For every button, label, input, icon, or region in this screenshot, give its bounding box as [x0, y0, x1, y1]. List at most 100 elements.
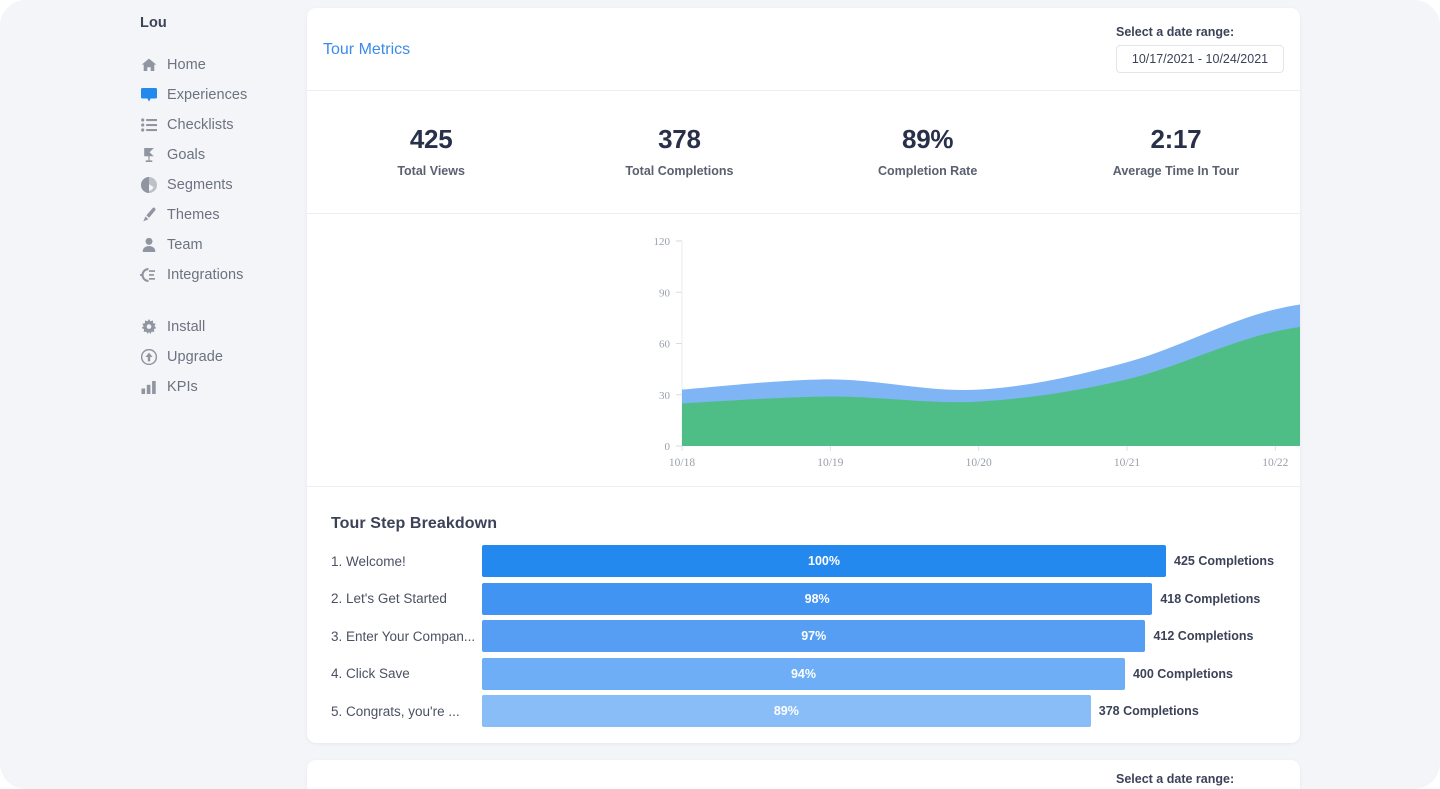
sidebar-item-label: Home — [167, 57, 206, 73]
metric-label: Completion Rate — [877, 164, 978, 179]
y-axis-tick-label: 30 — [659, 390, 671, 402]
step-row: 3. Enter Your Compan... 97% 412 Completion… — [307, 620, 1300, 652]
step-percent-label: 100% — [808, 554, 840, 568]
list-icon — [140, 117, 157, 134]
step-bar[interactable]: 100% — [482, 545, 1166, 577]
step-label: 2. Let's Get Started — [331, 591, 447, 606]
step-completions-label: 400 Completions — [1132, 666, 1233, 681]
sidebar-item-integrations[interactable]: Integrations — [0, 260, 307, 290]
sidebar-item-install[interactable]: Install — [0, 312, 307, 342]
step-completions-label: 425 Completions — [1174, 554, 1275, 568]
step-label: 4. Click Save — [331, 666, 410, 681]
step-bar[interactable]: 89% — [482, 695, 1091, 727]
step-percent-label: 89% — [773, 704, 799, 718]
y-axis-tick-label: 90 — [659, 287, 671, 299]
sidebar-item-team[interactable]: Team — [0, 230, 307, 260]
brush-icon — [140, 207, 157, 224]
step-row: 4. Click Save 94% 400 Completions — [307, 657, 1300, 690]
x-axis-tick-label: 10/18 — [669, 457, 695, 469]
sidebar-item-label: Team — [167, 237, 203, 253]
metrics-row: 425 Total Views 378 Total Completions 89% Com… — [307, 90, 1300, 213]
step-percent-label: 98% — [804, 591, 830, 606]
metric-average-time-in-tour: 2:17 Average Time In Tour — [1052, 125, 1300, 179]
step-label: 5. Congrats, you're ... — [331, 703, 460, 719]
metric-value: 2:17 — [1150, 123, 1202, 154]
sidebar-item-label: Install — [167, 319, 206, 335]
sidebar-item-home[interactable]: Home — [0, 50, 307, 80]
sidebar-item-experiences[interactable]: Experiences — [0, 80, 307, 110]
sidebar-item-label: Integrations — [167, 267, 244, 283]
pie-chart-icon — [140, 177, 157, 194]
person-icon — [140, 237, 157, 254]
sidebar-item-label: Experiences — [167, 87, 248, 103]
sidebar-item-upgrade[interactable]: Upgrade — [0, 342, 307, 372]
gear-icon — [140, 319, 157, 336]
bar-chart-icon — [140, 379, 157, 396]
date-range-label: Select a date range: — [1116, 25, 1235, 39]
date-range-picker-top: Select a date range: — [1116, 25, 1284, 73]
sidebar-item-label: Themes — [167, 207, 220, 223]
flag-icon — [140, 147, 157, 164]
date-range-label-bottom: Select a date range: — [1116, 772, 1235, 786]
x-axis-tick-label: 10/19 — [817, 457, 843, 469]
step-bar[interactable]: 98% — [482, 582, 1153, 615]
tour-metrics-card: Tour Metrics Select a date range: 425 Tot… — [307, 8, 1300, 743]
sidebar-item-label: Segments — [167, 177, 233, 193]
step-label: 1. Welcome! — [331, 553, 406, 569]
y-axis-tick-label: 120 — [654, 236, 671, 248]
tour-step-breakdown: Tour Step Breakdown 1. Welcome! 100% 425 C… — [307, 486, 1300, 743]
step-completions-label: 378 Completions — [1098, 704, 1199, 718]
metric-total-views: 425 Total Views — [307, 125, 555, 179]
sidebar-group-secondary: Install Upgrade KPIs — [0, 312, 307, 402]
step-row: 2. Let's Get Started 98% 418 Completions — [307, 582, 1300, 615]
metric-total-completions: 378 Total Completions — [555, 125, 803, 179]
tooltip-icon — [140, 87, 157, 104]
step-completions-label: 418 Completions — [1160, 591, 1261, 606]
sidebar-item-checklists[interactable]: Checklists — [0, 110, 307, 140]
step-bar-zone: 89% 378 Completions — [482, 695, 1300, 727]
step-bar[interactable]: 97% — [482, 620, 1146, 652]
step-row: 1. Welcome! 100% 425 Completions — [307, 545, 1300, 577]
brand-title: Lou — [140, 15, 167, 31]
y-axis-tick-label: 0 — [665, 441, 671, 453]
y-axis-tick-label: 60 — [659, 339, 671, 351]
metric-completion-rate: 89% Completion Rate — [804, 125, 1052, 179]
sidebar-item-goals[interactable]: Goals — [0, 140, 307, 170]
next-metrics-card: Select a date range: — [307, 760, 1300, 789]
step-percent-label: 94% — [790, 666, 816, 681]
area-series-completions — [682, 326, 1300, 446]
metric-value: 89% — [902, 123, 954, 154]
sidebar: Lou Home Experiences Checklists Goals Segmen… — [0, 0, 307, 789]
sidebar-item-kpis[interactable]: KPIs — [0, 372, 307, 402]
sidebar-item-segments[interactable]: Segments — [0, 170, 307, 200]
sidebar-item-label: Upgrade — [167, 349, 223, 365]
x-axis-tick-label: 10/21 — [1114, 457, 1140, 469]
step-bar[interactable]: 94% — [482, 657, 1125, 690]
step-completions-label: 412 Completions — [1153, 629, 1254, 643]
metric-label: Average Time In Tour — [1112, 164, 1239, 179]
metric-value: 425 — [409, 123, 453, 154]
step-row: 5. Congrats, you're ... 89% 378 Completion… — [307, 695, 1300, 727]
step-bar-zone: 94% 400 Completions — [482, 657, 1300, 690]
sidebar-item-label: Goals — [167, 147, 206, 163]
arrow-up-circle-icon — [140, 349, 157, 366]
area-chart-svg: 030609012010/1810/1910/2010/2110/2210/23… — [654, 236, 1300, 469]
sidebar-item-themes[interactable]: Themes — [0, 200, 307, 230]
integrations-icon — [140, 267, 157, 284]
step-bar-zone: 100% 425 Completions — [482, 545, 1300, 577]
views-completions-area-chart: 030609012010/1810/1910/2010/2110/2210/23… — [307, 213, 1300, 486]
sidebar-item-label: Checklists — [167, 117, 234, 133]
breakdown-title: Tour Step Breakdown — [331, 515, 498, 532]
step-bar-zone: 98% 418 Completions — [482, 582, 1300, 615]
home-icon — [140, 57, 157, 74]
date-range-picker-bottom: Select a date range: — [1116, 772, 1284, 789]
step-bar-zone: 97% 412 Completions — [482, 620, 1300, 652]
x-axis-tick-label: 10/22 — [1262, 457, 1288, 469]
sidebar-item-label: KPIs — [167, 379, 198, 395]
date-range-input[interactable] — [1116, 45, 1284, 73]
step-percent-label: 97% — [801, 629, 827, 643]
step-label: 3. Enter Your Compan... — [331, 628, 476, 644]
dashboard-root: Lou Home Experiences Checklists Goals Segmen… — [0, 0, 1440, 789]
metric-value: 378 — [658, 123, 701, 154]
tour-metrics-title[interactable]: Tour Metrics — [323, 41, 410, 59]
